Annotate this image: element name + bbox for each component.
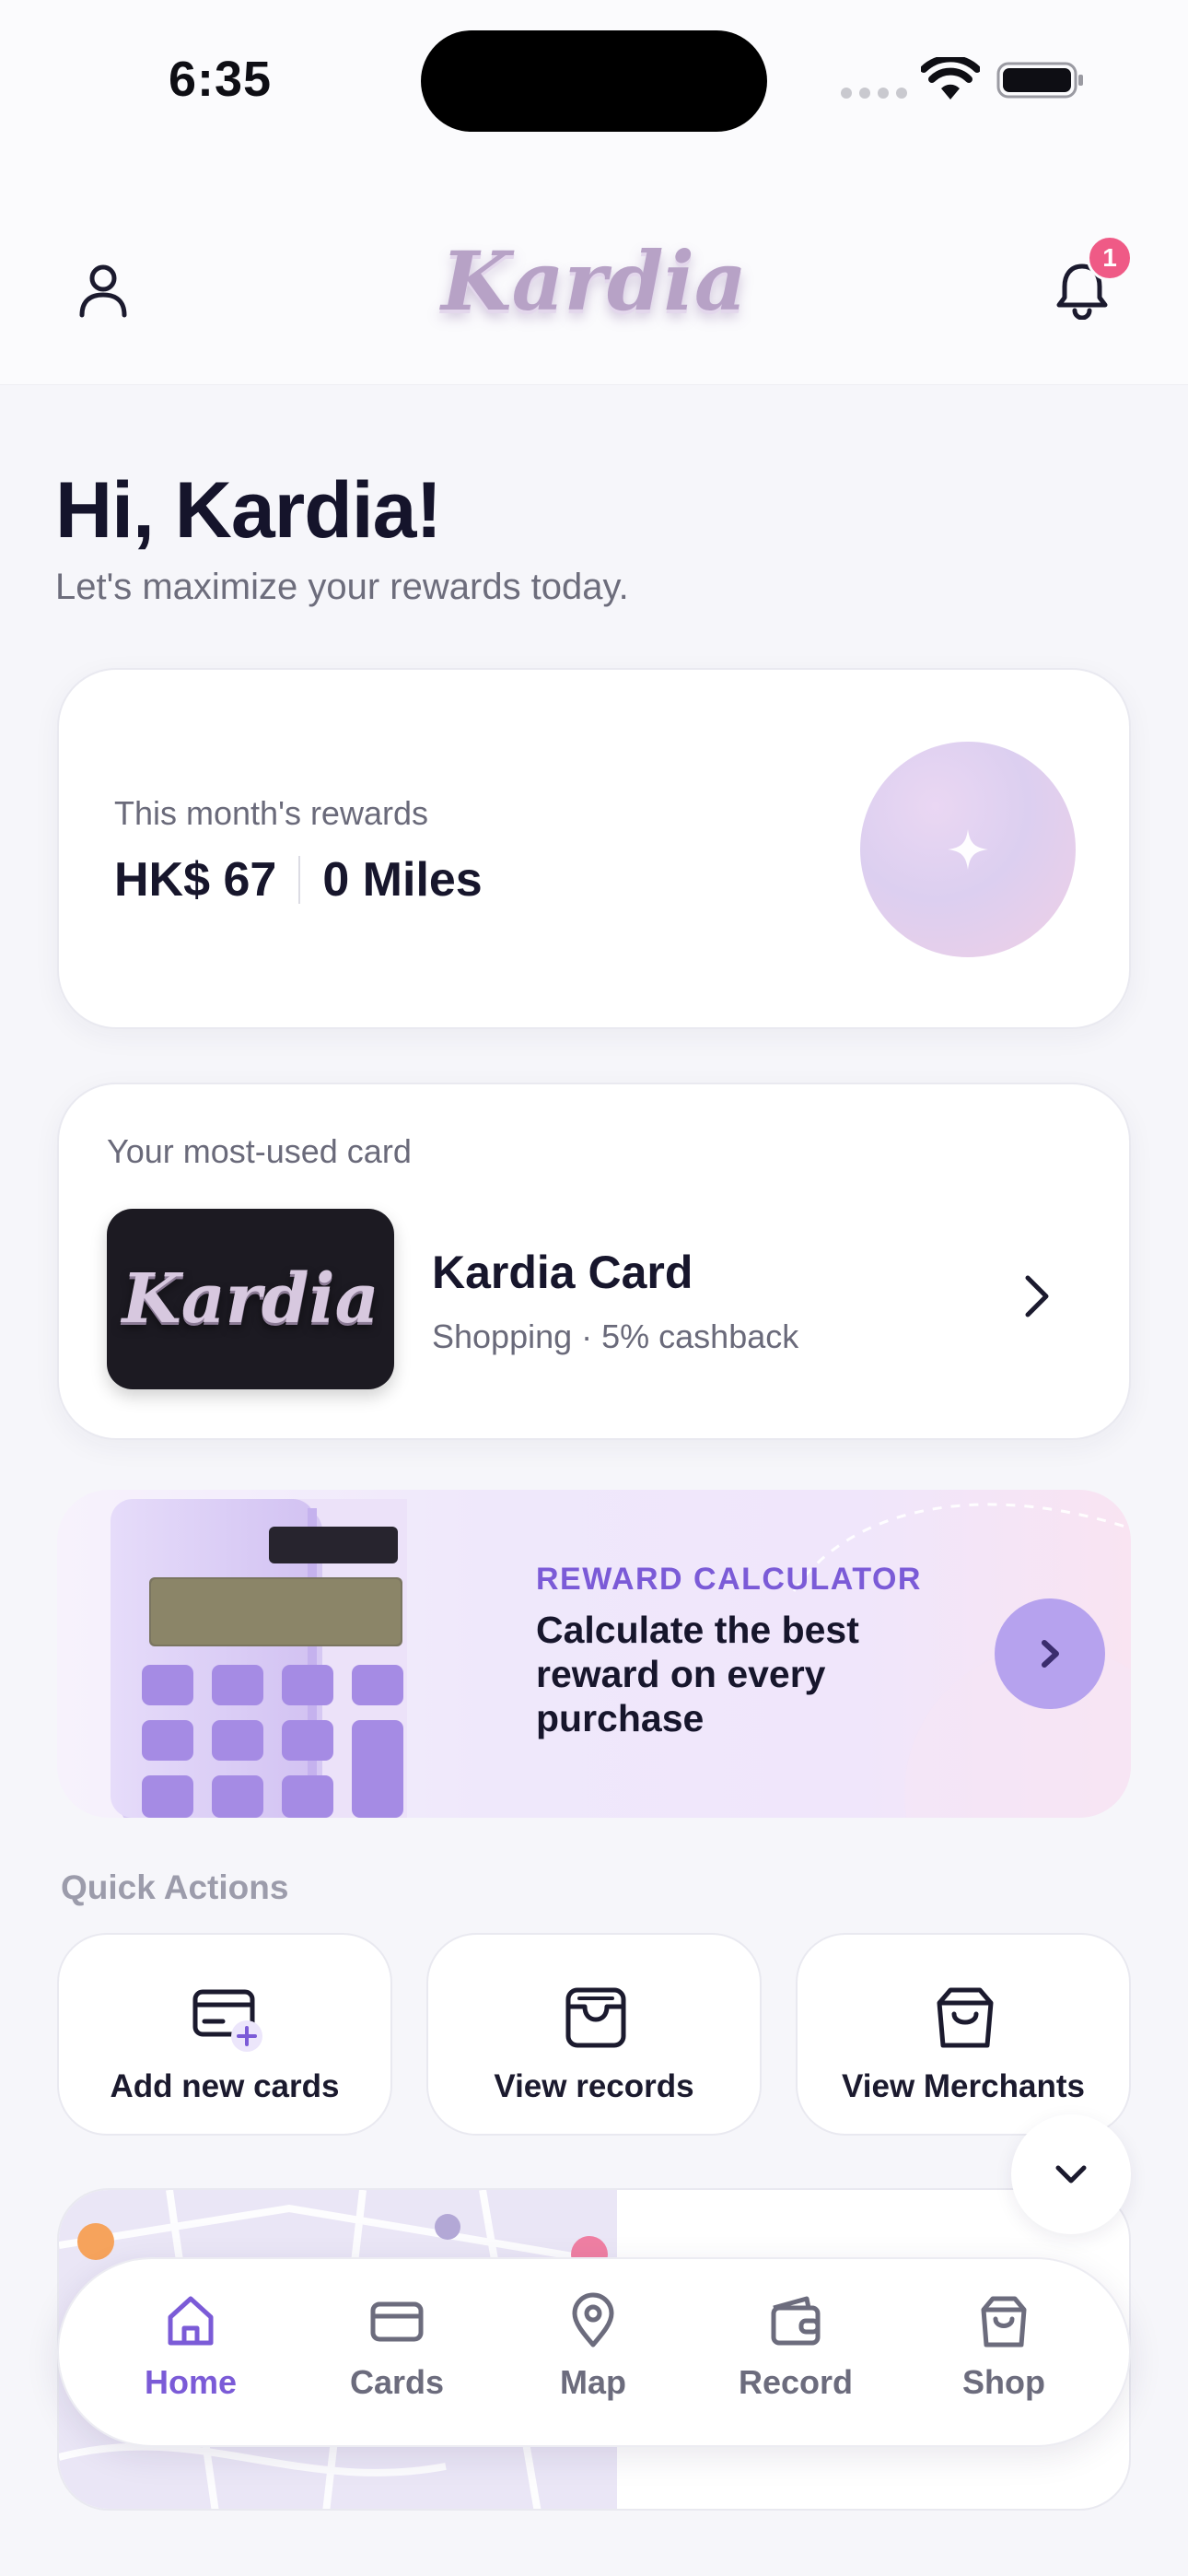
- quick-action-label: Add new cards: [110, 2068, 340, 2104]
- quick-action-label: View Merchants: [842, 2068, 1085, 2104]
- tab-label: Shop: [962, 2363, 1045, 2401]
- bottom-tab-bar: Home Cards Map Record Shop: [57, 2257, 1131, 2447]
- home-icon: [168, 2296, 214, 2346]
- app-logo: Kardia: [441, 233, 747, 329]
- status-bar: 6:35: [0, 0, 1188, 166]
- tab-home[interactable]: Home: [117, 2291, 264, 2420]
- calculator-illustration: [111, 1499, 407, 1818]
- card-add-icon: [192, 1989, 262, 2052]
- tab-cards[interactable]: Cards: [323, 2291, 471, 2420]
- rewards-values: HK$ 67 0 Miles: [114, 852, 483, 907]
- rewards-miles: 0 Miles: [322, 853, 483, 907]
- rewards-cash: HK$ 67: [114, 853, 277, 907]
- chevron-right-icon[interactable]: [1007, 1269, 1063, 1324]
- dynamic-island: [421, 30, 767, 132]
- tab-label: Map: [560, 2363, 626, 2401]
- shopping-bag-icon: [937, 1987, 994, 2048]
- calculator-go-button[interactable]: [995, 1598, 1105, 1709]
- card-thumbnail: Kardia: [107, 1209, 394, 1389]
- tab-shop[interactable]: Shop: [930, 2291, 1077, 2420]
- notification-badge: 1: [1087, 235, 1133, 281]
- view-records-button[interactable]: View records: [426, 1933, 762, 2136]
- card-description: Shopping · 5% cashback: [432, 1317, 799, 1355]
- card-name: Kardia Card: [432, 1247, 693, 1298]
- cellular-signal-icon: [841, 88, 907, 100]
- divider: [298, 856, 301, 904]
- page-title: Hi, Kardia!: [55, 466, 442, 555]
- quick-actions-title: Quick Actions: [61, 1868, 289, 1906]
- view-merchants-button[interactable]: View Merchants: [796, 1933, 1131, 2136]
- page-subtitle: Let's maximize your rewards today.: [55, 567, 629, 607]
- app-header: Kardia 1: [0, 166, 1188, 385]
- tab-label: Home: [144, 2363, 238, 2401]
- wallet-icon: [771, 2296, 821, 2346]
- quick-action-label: View records: [494, 2068, 694, 2104]
- calculator-kicker: REWARD CALCULATOR: [536, 1562, 922, 1597]
- card-logo: Kardia: [122, 1259, 379, 1339]
- add-new-cards-button[interactable]: Add new cards: [57, 1933, 392, 2136]
- tab-record[interactable]: Record: [722, 2291, 869, 2420]
- sparkle-icon: [948, 829, 988, 870]
- wifi-icon: [921, 57, 980, 100]
- chevron-right-icon: [1042, 1640, 1059, 1668]
- card-icon: [370, 2301, 424, 2342]
- most-used-label: Your most-used card: [107, 1132, 412, 1170]
- reward-calculator-banner[interactable]: REWARD CALCULATOR Calculate the best rew…: [57, 1490, 1131, 1818]
- calculator-title: Calculate the best reward on every purch…: [536, 1609, 859, 1739]
- tab-label: Cards: [349, 2363, 445, 2401]
- collapse-button[interactable]: [1011, 2114, 1131, 2234]
- status-time: 6:35: [169, 52, 273, 107]
- map-pin-icon: [572, 2292, 614, 2348]
- profile-button[interactable]: [66, 253, 140, 327]
- user-icon: [79, 264, 127, 318]
- archive-icon: [565, 1987, 626, 2048]
- shopping-bag-icon: [981, 2296, 1027, 2348]
- chevron-down-icon: [1055, 2165, 1087, 2184]
- tab-map[interactable]: Map: [519, 2291, 667, 2420]
- sparkle-orb: [860, 742, 1076, 957]
- battery-icon: [996, 62, 1083, 99]
- rewards-summary-card[interactable]: This month's rewards HK$ 67 0 Miles: [57, 668, 1131, 1029]
- rewards-label: This month's rewards: [114, 794, 428, 832]
- tab-label: Record: [738, 2363, 854, 2401]
- most-used-card[interactable]: Your most-used card Kardia Kardia Card S…: [57, 1083, 1131, 1440]
